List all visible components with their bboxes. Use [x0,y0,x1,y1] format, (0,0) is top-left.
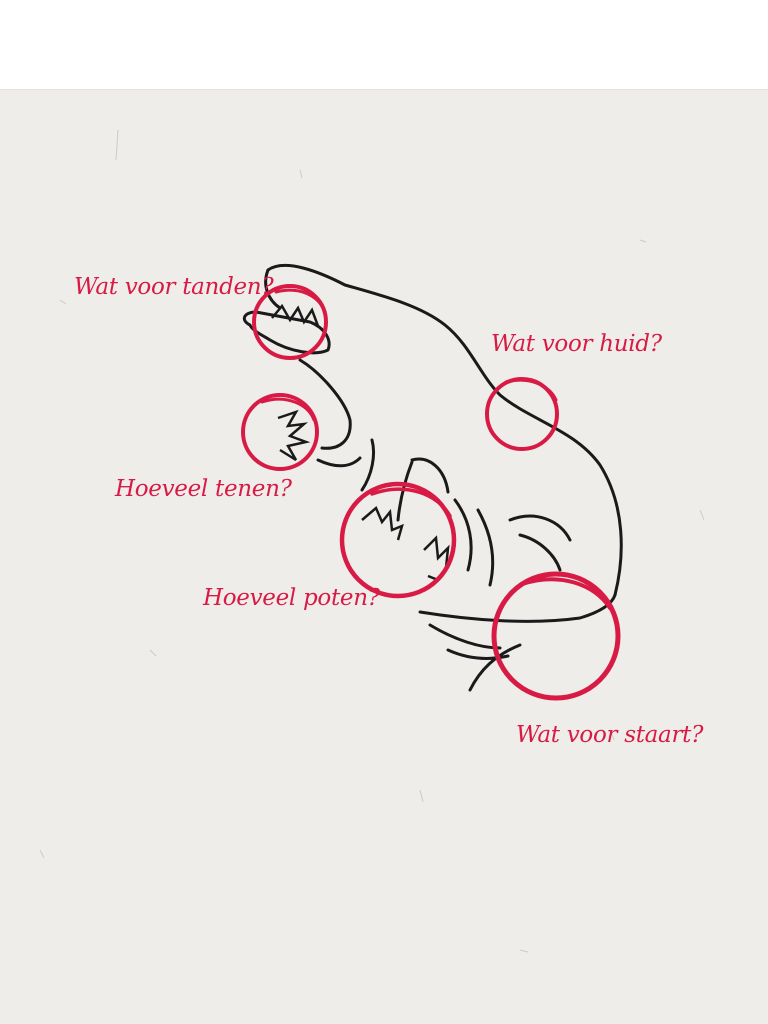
label-skin: Wat voor huid? [491,331,662,357]
tail-circle [491,571,621,701]
label-legs: Hoeveel poten? [203,585,380,611]
lizard-diagram [241,263,623,701]
skin-circle [485,377,559,451]
label-teeth: Wat voor tanden? [74,274,274,300]
label-tail: Wat voor staart? [516,722,704,748]
toes-detail [277,409,311,462]
label-toes: Hoeveel tenen? [115,476,292,502]
lizard-outline [242,263,623,692]
front-leg-claws [361,505,404,541]
toes-circle [241,393,319,471]
